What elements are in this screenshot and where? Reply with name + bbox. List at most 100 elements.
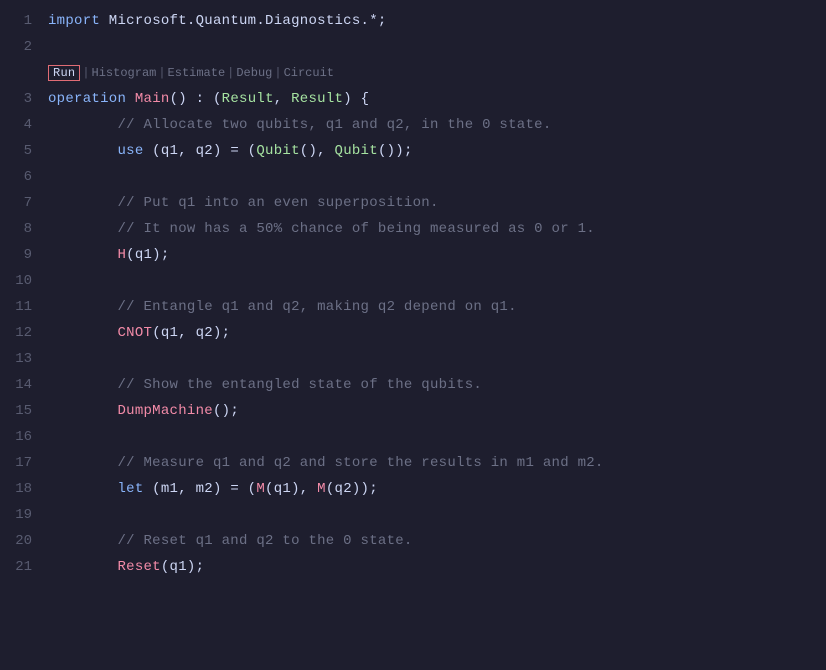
line-content: // Show the entangled state of the qubit… xyxy=(48,372,826,398)
token: // Reset q1 and q2 to the 0 state. xyxy=(48,533,413,549)
token: CNOT xyxy=(117,325,152,341)
code-line-10: 10 xyxy=(0,268,826,294)
line-content xyxy=(48,34,826,60)
line-number: 3 xyxy=(0,86,48,112)
token: Result xyxy=(291,91,343,107)
token xyxy=(48,481,117,497)
line-number: 7 xyxy=(0,190,48,216)
token: (q1, q2); xyxy=(152,325,230,341)
line-number: 12 xyxy=(0,320,48,346)
token xyxy=(48,559,117,575)
code-line-16: 16 xyxy=(0,424,826,450)
token: let xyxy=(117,481,143,497)
token xyxy=(48,143,117,159)
line-number: 19 xyxy=(0,502,48,528)
token: // Put q1 into an even superposition. xyxy=(48,195,439,211)
token: Main xyxy=(135,91,170,107)
token: // Entangle q1 and q2, making q2 depend … xyxy=(48,299,517,315)
code-line-14: 14 // Show the entangled state of the qu… xyxy=(0,372,826,398)
code-line-2: 2 xyxy=(0,34,826,60)
token: operation xyxy=(48,91,135,107)
codelens-separator: | xyxy=(80,62,91,84)
line-content: CNOT(q1, q2); xyxy=(48,320,826,346)
code-editor: 1import Microsoft.Quantum.Diagnostics.*;… xyxy=(0,0,826,670)
code-line-6: 6 xyxy=(0,164,826,190)
code-line-9: 9 H(q1); xyxy=(0,242,826,268)
line-number: 8 xyxy=(0,216,48,242)
line-content xyxy=(48,268,826,294)
line-number: 9 xyxy=(0,242,48,268)
line-content: DumpMachine(); xyxy=(48,398,826,424)
token: (), xyxy=(300,143,335,159)
line-number: 11 xyxy=(0,294,48,320)
line-content xyxy=(48,424,826,450)
token: (q1, q2) = ( xyxy=(144,143,257,159)
code-line-18: 18 let (m1, m2) = (M(q1), M(q2)); xyxy=(0,476,826,502)
token: M xyxy=(256,481,265,497)
line-number: 21 xyxy=(0,554,48,580)
line-number: 14 xyxy=(0,372,48,398)
line-number: 1 xyxy=(0,8,48,34)
line-content: // Entangle q1 and q2, making q2 depend … xyxy=(48,294,826,320)
code-line-13: 13 xyxy=(0,346,826,372)
line-number: 6 xyxy=(0,164,48,190)
token: use xyxy=(117,143,143,159)
token: // It now has a 50% chance of being meas… xyxy=(48,221,595,237)
code-line-7: 7 // Put q1 into an even superposition. xyxy=(0,190,826,216)
codelens-separator: | xyxy=(225,62,236,84)
codelens-link-histogram[interactable]: Histogram xyxy=(92,62,157,84)
run-button[interactable]: Run xyxy=(48,65,80,81)
token: (q1); xyxy=(126,247,169,263)
line-number: 17 xyxy=(0,450,48,476)
token: H xyxy=(117,247,126,263)
code-line-4: 4 // Allocate two qubits, q1 and q2, in … xyxy=(0,112,826,138)
code-line-21: 21 Reset(q1); xyxy=(0,554,826,580)
line-number: 18 xyxy=(0,476,48,502)
code-line-1: 1import Microsoft.Quantum.Diagnostics.*; xyxy=(0,8,826,34)
token: M xyxy=(317,481,326,497)
token: , xyxy=(274,91,291,107)
token: (q1), xyxy=(265,481,317,497)
line-content xyxy=(48,502,826,528)
line-number: 2 xyxy=(0,34,48,60)
token: Qubit xyxy=(256,143,299,159)
line-number: 4 xyxy=(0,112,48,138)
line-number: 20 xyxy=(0,528,48,554)
line-number: 15 xyxy=(0,398,48,424)
token: // Allocate two qubits, q1 and q2, in th… xyxy=(48,117,552,133)
code-line-11: 11 // Entangle q1 and q2, making q2 depe… xyxy=(0,294,826,320)
code-line-5: 5 use (q1, q2) = (Qubit(), Qubit()); xyxy=(0,138,826,164)
token: () : ( xyxy=(170,91,222,107)
token: Microsoft.Quantum.Diagnostics.* xyxy=(109,13,378,29)
line-content: use (q1, q2) = (Qubit(), Qubit()); xyxy=(48,138,826,164)
line-content: import Microsoft.Quantum.Diagnostics.*; xyxy=(48,8,826,34)
codelens-separator: | xyxy=(272,62,283,84)
token: Reset xyxy=(117,559,160,575)
codelens-link-estimate[interactable]: Estimate xyxy=(168,62,226,84)
line-content: let (m1, m2) = (M(q1), M(q2)); xyxy=(48,476,826,502)
code-line-8: 8 // It now has a 50% chance of being me… xyxy=(0,216,826,242)
codelens-bar: Run | Histogram | Estimate | Debug | Cir… xyxy=(0,60,826,86)
code-line-12: 12 CNOT(q1, q2); xyxy=(0,320,826,346)
token: // Measure q1 and q2 and store the resul… xyxy=(48,455,604,471)
line-number: 5 xyxy=(0,138,48,164)
line-content: // Reset q1 and q2 to the 0 state. xyxy=(48,528,826,554)
line-content: Reset(q1); xyxy=(48,554,826,580)
codelens-separator: | xyxy=(156,62,167,84)
line-content: // Put q1 into an even superposition. xyxy=(48,190,826,216)
line-content xyxy=(48,346,826,372)
line-content: // Allocate two qubits, q1 and q2, in th… xyxy=(48,112,826,138)
token xyxy=(48,403,117,419)
code-line-20: 20 // Reset q1 and q2 to the 0 state. xyxy=(0,528,826,554)
codelens-link-circuit[interactable]: Circuit xyxy=(284,62,334,84)
token: Result xyxy=(222,91,274,107)
line-number: 16 xyxy=(0,424,48,450)
token: DumpMachine xyxy=(117,403,213,419)
code-line-19: 19 xyxy=(0,502,826,528)
line-content: // It now has a 50% chance of being meas… xyxy=(48,216,826,242)
codelens-link-debug[interactable]: Debug xyxy=(236,62,272,84)
line-content xyxy=(48,164,826,190)
code-line-3: 3operation Main() : (Result, Result) { xyxy=(0,86,826,112)
line-number: 10 xyxy=(0,268,48,294)
line-content: H(q1); xyxy=(48,242,826,268)
